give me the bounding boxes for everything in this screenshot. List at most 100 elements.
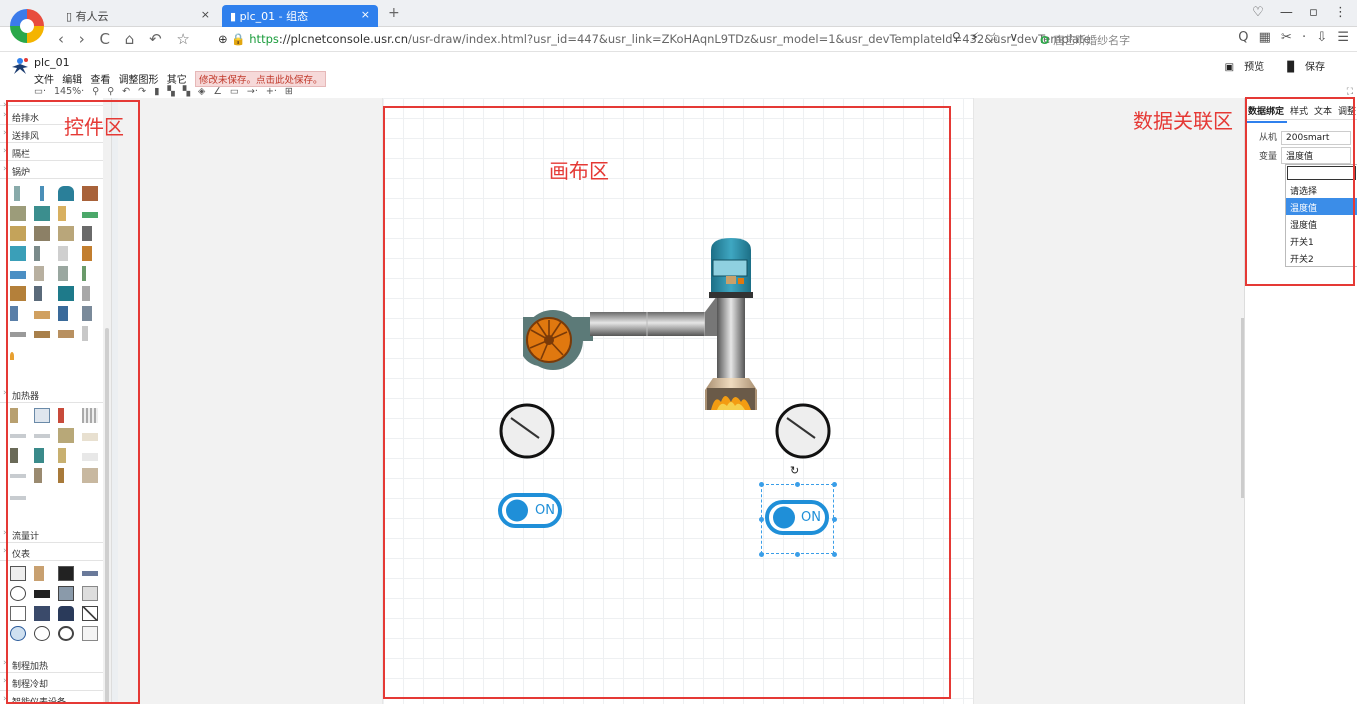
url-action-icons[interactable]: ⚲ ⚡ ☆ ∨ — [952, 30, 1018, 44]
search-input[interactable]: O 唐艺昕婚纱名字 — [1040, 32, 1130, 48]
shape-icon[interactable] — [82, 468, 98, 483]
shape-icon[interactable] — [10, 448, 18, 463]
variable-select[interactable]: 温度值 — [1281, 147, 1352, 164]
menu-edit[interactable]: 编辑 — [62, 75, 82, 86]
resize-handle[interactable] — [832, 482, 837, 487]
new-tab-button[interactable]: + — [388, 5, 400, 21]
tab-arrange[interactable]: 调整 — [1335, 100, 1357, 121]
close-icon[interactable]: × — [361, 8, 370, 21]
resize-handle[interactable] — [795, 482, 800, 487]
workspace-scrollbar[interactable] — [1241, 318, 1244, 498]
browser-tab-youren[interactable]: ▯ 有人云 × — [58, 5, 218, 27]
sidebar-category[interactable]: 制程加热 — [0, 656, 103, 673]
shape-icon[interactable] — [58, 606, 74, 621]
dropdown-search-input[interactable] — [1287, 166, 1356, 180]
shape-icon[interactable] — [34, 566, 44, 581]
gauge-icon[interactable] — [58, 626, 74, 641]
toolbar[interactable]: ▭· 145%· ⚲ ⚲ ↶ ↷ ▮ ▚ ▚ ◈ ∠ ▭ →· +· ⊞ — [34, 86, 293, 97]
shape-icon[interactable] — [82, 606, 98, 621]
shape-icon[interactable] — [10, 226, 26, 241]
shape-icon[interactable] — [82, 212, 98, 218]
shape-icon[interactable] — [82, 433, 98, 441]
sidebar-category[interactable]: 流量计 — [0, 526, 103, 543]
gauge-icon[interactable] — [34, 626, 50, 641]
tab-data-binding[interactable]: 数据绑定 — [1245, 100, 1288, 123]
furnace[interactable] — [705, 352, 757, 410]
rotate-handle-icon[interactable]: ↻ — [790, 464, 799, 477]
shape-icon[interactable] — [10, 566, 26, 581]
resize-handle[interactable] — [759, 482, 764, 487]
shape-icon[interactable] — [40, 186, 44, 201]
shape-icon[interactable] — [34, 226, 50, 241]
shape-icon[interactable] — [10, 271, 26, 279]
shape-icon[interactable] — [82, 186, 98, 201]
dropdown-option-selected[interactable]: 温度值 — [1286, 198, 1357, 215]
shape-icon[interactable] — [10, 434, 26, 438]
selection-box[interactable] — [761, 484, 834, 554]
shape-icon[interactable] — [82, 326, 88, 341]
menu-arrange[interactable]: 调整图形 — [119, 75, 159, 86]
shape-icon[interactable] — [10, 306, 18, 321]
window-controls[interactable]: ♡ — ▫ ⋮ — [1252, 5, 1347, 20]
resize-handle[interactable] — [759, 552, 764, 557]
shape-icon[interactable] — [34, 311, 50, 319]
browser-toolbar-icons[interactable]: Q ▦ ✂ · ⇩ ☰ — [1238, 30, 1349, 45]
shape-icon[interactable] — [10, 332, 26, 337]
shape-icon[interactable] — [82, 626, 98, 641]
shape-icon[interactable] — [58, 330, 74, 338]
shape-icon[interactable] — [58, 266, 68, 281]
unsaved-notice[interactable]: 修改未保存。点击此处保存。 — [194, 71, 327, 87]
tab-style[interactable]: 样式 — [1287, 100, 1311, 121]
shape-icon[interactable] — [34, 408, 50, 423]
sidebar-category[interactable]: 隔栏 — [0, 144, 103, 161]
resize-handle[interactable] — [795, 552, 800, 557]
canvas-page[interactable]: ON ON ↻ — [382, 98, 974, 704]
pressure-gauge-1[interactable] — [499, 403, 555, 459]
shape-icon[interactable] — [82, 306, 92, 321]
shape-icon[interactable] — [10, 286, 26, 301]
shape-icon[interactable] — [82, 266, 86, 281]
shape-icon[interactable] — [58, 306, 68, 321]
flame-icon[interactable] — [10, 352, 14, 360]
slave-select[interactable]: 200smart — [1281, 131, 1352, 145]
shape-icon[interactable] — [34, 286, 42, 301]
gauge-icon[interactable] — [10, 586, 26, 601]
shape-icon[interactable] — [82, 226, 92, 241]
sidebar-scroll-thumb[interactable] — [105, 328, 109, 704]
sidebar-splitter[interactable] — [111, 98, 118, 704]
menu-view[interactable]: 查看 — [90, 75, 110, 86]
shape-icon[interactable] — [14, 186, 20, 201]
shape-icon[interactable] — [82, 586, 98, 601]
menu-file[interactable]: 文件 — [34, 75, 54, 86]
resize-handle[interactable] — [832, 552, 837, 557]
shape-icon[interactable] — [58, 428, 74, 443]
preview-button[interactable]: ▣ 预览 — [1215, 62, 1264, 73]
shape-icon[interactable] — [10, 246, 26, 261]
shape-icon[interactable] — [10, 474, 26, 478]
shape-icon[interactable] — [58, 206, 66, 221]
sidebar-category[interactable]: 智能仪表设备 — [0, 692, 103, 704]
shape-icon[interactable] — [58, 408, 64, 423]
shape-icon[interactable] — [10, 408, 18, 423]
dropdown-option[interactable]: 请选择 — [1286, 181, 1357, 198]
dropdown-option[interactable]: 开关1 — [1286, 232, 1357, 249]
sidebar-category[interactable]: 锅炉 — [0, 162, 103, 179]
sidebar-category[interactable]: 制程冷却 — [0, 674, 103, 691]
shape-icon[interactable] — [10, 206, 26, 221]
tab-text[interactable]: 文本 — [1311, 100, 1335, 121]
shape-icon[interactable] — [82, 408, 98, 423]
shape-icon[interactable] — [82, 453, 98, 461]
resize-handle[interactable] — [832, 517, 837, 522]
shape-icon[interactable] — [34, 206, 50, 221]
shape-icon[interactable] — [10, 496, 26, 500]
shape-icon[interactable] — [34, 448, 44, 463]
dropdown-option[interactable]: 湿度值 — [1286, 215, 1357, 232]
shape-icon[interactable] — [34, 266, 44, 281]
shape-icon[interactable] — [34, 331, 50, 338]
shape-icon[interactable] — [58, 286, 74, 301]
shape-icon[interactable] — [34, 606, 50, 621]
close-icon[interactable]: × — [201, 8, 210, 21]
shape-icon[interactable] — [58, 448, 66, 463]
shape-icon[interactable] — [82, 571, 98, 576]
resize-handle[interactable] — [759, 517, 764, 522]
